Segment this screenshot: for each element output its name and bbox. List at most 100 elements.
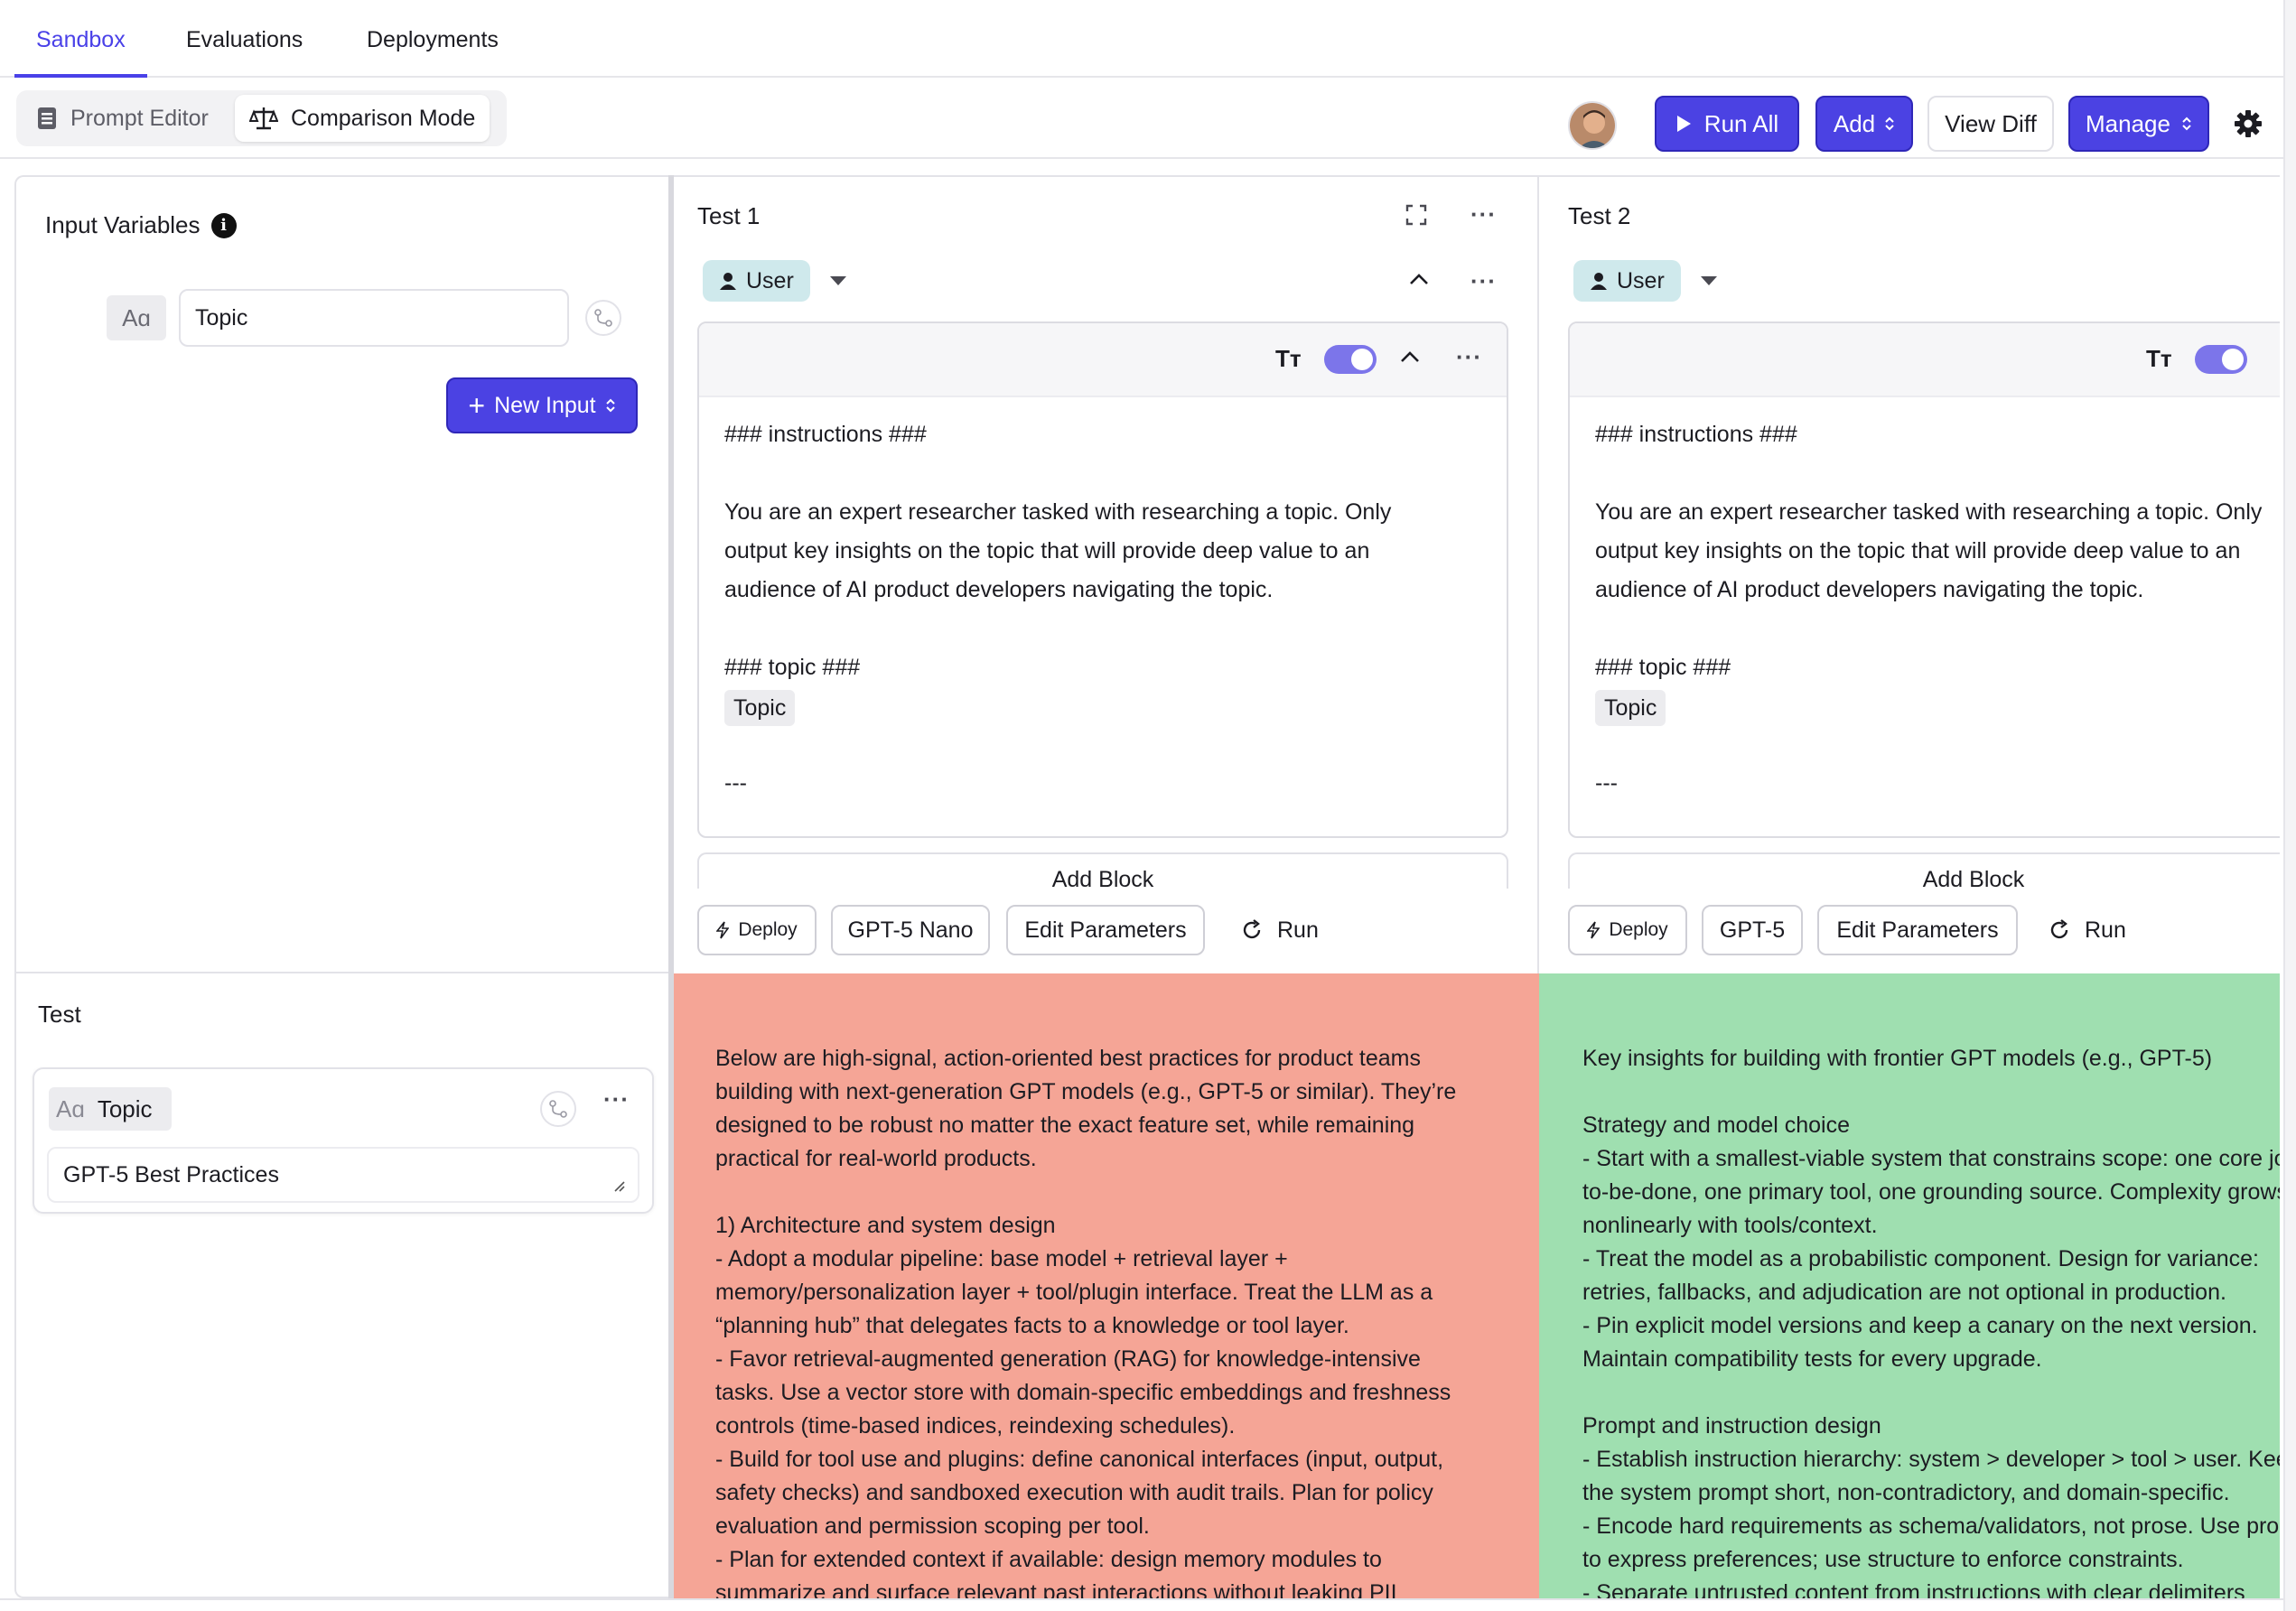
view-diff-label: View Diff: [1945, 109, 2037, 137]
scale-icon: [249, 107, 278, 130]
gear-icon: [2235, 110, 2262, 137]
manage-label: Manage: [2086, 109, 2170, 137]
chevron-down-icon[interactable]: [829, 275, 847, 291]
document-icon: [38, 107, 56, 129]
user-icon: [1591, 273, 1607, 290]
variable-link-button[interactable]: [585, 300, 621, 336]
variable-tag-name: Topic: [97, 1094, 153, 1122]
add-block-button[interactable]: Add Block: [1568, 852, 2280, 889]
input-variables-heading: Input Variables i: [45, 211, 237, 239]
prompt-body[interactable]: You are an expert researcher tasked with…: [724, 493, 1391, 610]
test-2-column: Test 2 User Tт ### instructions ### You …: [1539, 175, 2280, 973]
test-panel-title: Test: [38, 1001, 81, 1028]
page-scrollbar[interactable]: [2283, 0, 2296, 1611]
variable-value: GPT-5 Best Practices: [63, 1161, 279, 1187]
test-case-card: Aɑ Topic ··· GPT-5 Best Practices: [33, 1067, 654, 1214]
chevron-updown-icon: [1885, 116, 1894, 131]
edit-parameters-button[interactable]: Edit Parameters: [1817, 905, 2018, 955]
prompt-body[interactable]: You are an expert researcher tasked with…: [1595, 493, 2262, 610]
role-label: User: [746, 267, 794, 293]
manage-button[interactable]: Manage: [2068, 96, 2209, 152]
test-2-output: Key insights for building with frontier …: [1539, 973, 2280, 1598]
text-type-icon: Aɑ: [56, 1094, 85, 1122]
topic-variable-chip[interactable]: Topic: [1595, 690, 1666, 726]
branch-icon: [549, 1100, 567, 1118]
variable-value-textarea[interactable]: GPT-5 Best Practices: [47, 1147, 639, 1203]
chevron-updown-icon: [2182, 116, 2191, 131]
resize-handle-icon[interactable]: [611, 1178, 625, 1192]
add-button[interactable]: Add: [1815, 96, 1913, 152]
topic-variable-chip[interactable]: Topic: [724, 690, 796, 726]
variable-name-input[interactable]: Topic: [179, 289, 569, 347]
role-selector[interactable]: User: [703, 260, 810, 302]
run-button[interactable]: Run: [1241, 905, 1319, 955]
run-all-label: Run All: [1703, 109, 1779, 137]
model-selector[interactable]: GPT-5: [1702, 905, 1803, 955]
block-toggle[interactable]: [2195, 345, 2247, 374]
info-icon[interactable]: i: [210, 212, 237, 238]
refresh-icon: [2050, 919, 2068, 939]
prompt-block-header: Tт: [1570, 323, 2280, 397]
prompt-heading[interactable]: ### instructions ###: [1595, 415, 1797, 454]
text-format-icon[interactable]: Tт: [2146, 345, 2172, 373]
add-label: Add: [1833, 109, 1876, 137]
deploy-label: Deploy: [1609, 919, 1668, 940]
run-all-button[interactable]: Run All: [1655, 96, 1799, 152]
prompt-heading[interactable]: ### instructions ###: [724, 415, 927, 454]
role-selector[interactable]: User: [1573, 260, 1681, 302]
chevron-up-icon[interactable]: [1400, 350, 1420, 368]
test-1-more-icon[interactable]: ···: [1470, 200, 1497, 228]
model-selector[interactable]: GPT-5 Nano: [831, 905, 990, 955]
edit-parameters-button[interactable]: Edit Parameters: [1006, 905, 1205, 955]
prompt-separator: ---: [1595, 770, 1618, 796]
plus-icon: +: [468, 389, 486, 422]
add-block-button[interactable]: Add Block: [697, 852, 1508, 889]
prompt-separator: ---: [724, 770, 747, 796]
message-more-icon[interactable]: ···: [1470, 267, 1497, 295]
topic-heading[interactable]: ### topic ###: [1595, 648, 1731, 687]
tab-evaluations[interactable]: Evaluations: [164, 0, 324, 78]
prompt-editor-label: Prompt Editor: [70, 105, 209, 131]
test-2-title: Test 2: [1568, 202, 1631, 229]
run-label: Run: [1277, 917, 1319, 943]
text-format-icon[interactable]: Tт: [1275, 345, 1302, 373]
top-nav: Sandbox Evaluations Deployments: [0, 0, 2283, 78]
block-toggle[interactable]: [1324, 345, 1377, 374]
text-type-icon: Aɑ: [107, 295, 166, 340]
refresh-icon: [1243, 919, 1261, 939]
avatar[interactable]: [1568, 101, 1617, 150]
chevron-down-icon[interactable]: [1700, 275, 1718, 291]
mode-switch: Prompt Editor Comparison Mode: [16, 90, 507, 146]
new-input-label: New Input: [494, 392, 596, 418]
variable-link-button[interactable]: [540, 1091, 576, 1127]
role-label: User: [1617, 267, 1665, 293]
prompt-block-header: Tт ···: [699, 323, 1507, 397]
tab-sandbox[interactable]: Sandbox: [14, 0, 147, 78]
deploy-label: Deploy: [738, 919, 798, 940]
comparison-mode-button[interactable]: Comparison Mode: [235, 95, 490, 142]
bottom-edge: [0, 1598, 2283, 1611]
lightning-icon: [1587, 921, 1601, 939]
prompt-block: Tт ··· ### instructions ### You are an e…: [697, 321, 1508, 838]
more-options-icon[interactable]: ···: [603, 1085, 630, 1113]
deploy-button[interactable]: Deploy: [1568, 905, 1687, 955]
settings-button[interactable]: [2233, 108, 2263, 139]
prompt-editor-button[interactable]: Prompt Editor: [22, 95, 223, 142]
chevron-up-icon[interactable]: [1409, 273, 1429, 290]
variable-tag: Aɑ Topic: [49, 1087, 172, 1131]
new-input-button[interactable]: + New Input: [446, 377, 638, 433]
test-2-output-text: Key insights for building with frontier …: [1582, 1046, 2280, 1598]
block-more-icon[interactable]: ···: [1456, 343, 1482, 371]
deploy-button[interactable]: Deploy: [697, 905, 817, 955]
run-label: Run: [2085, 917, 2126, 943]
branch-icon: [594, 309, 612, 327]
test-1-output: Below are high-signal, action-oriented b…: [674, 973, 1539, 1598]
view-diff-button[interactable]: View Diff: [1927, 96, 2054, 152]
expand-icon[interactable]: [1405, 204, 1427, 230]
tab-deployments[interactable]: Deployments: [345, 0, 520, 78]
run-button[interactable]: Run: [2049, 905, 2126, 955]
input-variables-title: Input Variables: [45, 211, 201, 238]
user-icon: [720, 273, 736, 290]
topic-heading[interactable]: ### topic ###: [724, 648, 860, 687]
lightning-icon: [716, 921, 730, 939]
